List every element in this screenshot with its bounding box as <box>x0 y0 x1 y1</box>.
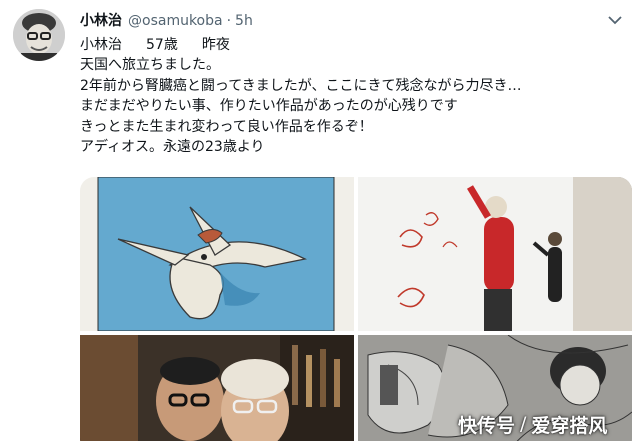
media-illustration-pterosaur[interactable] <box>80 177 354 331</box>
tweet-line-1: 小林治 57歳 昨夜 <box>80 35 630 55</box>
user-handle[interactable]: @osamukoba <box>128 13 223 29</box>
watermark: 快传号 / 爱穿搭风 <box>458 411 607 437</box>
tweet-line-2: 天国へ旅立ちました。 <box>80 57 220 74</box>
wall-drawing-image <box>358 177 632 331</box>
media-portrait-photo[interactable] <box>80 335 354 441</box>
avatar-image <box>13 9 65 61</box>
tweet-line-1-name: 小林治 <box>80 37 122 53</box>
watermark-slash: / <box>520 413 527 435</box>
tweet-line-5: きっとまた生まれ変わって良い作品を作るぞ！ <box>80 118 373 135</box>
media-wall-drawing-photo[interactable] <box>358 177 632 331</box>
portrait-image <box>80 335 354 441</box>
tweet: 小林治 @osamukoba · 5h 小林治 57歳 昨夜 天国へ旅立ちました。 … <box>0 0 640 441</box>
media-grid <box>80 177 632 441</box>
tweet-line-3: 2年前から腎臓癌と闘ってきましたが、ここにきて残念ながら力尽き… <box>80 77 522 94</box>
illustration-image <box>97 177 335 331</box>
avatar[interactable] <box>13 9 65 61</box>
tweet-line-6: アディオス。永遠の23歳より <box>80 139 265 156</box>
chevron-down-icon <box>608 15 622 24</box>
tweet-text: 小林治 57歳 昨夜 天国へ旅立ちました。 2年前から腎臓癌と闘ってきましたが、ここ… <box>80 35 630 157</box>
tweet-line-1-age: 57歳 <box>146 37 178 53</box>
timestamp[interactable]: 5h <box>235 13 253 29</box>
separator-dot: · <box>226 13 232 29</box>
tweet-header: 小林治 @osamukoba · 5h <box>80 10 253 30</box>
watermark-left: 快传号 <box>458 414 516 437</box>
tweet-line-4: まだまだやりたい事、作りたい作品があったのが心残りです <box>80 98 458 115</box>
display-name[interactable]: 小林治 <box>80 10 122 30</box>
watermark-right: 爱穿搭风 <box>531 414 608 437</box>
more-options-button[interactable] <box>604 10 626 30</box>
tweet-line-1-when: 昨夜 <box>201 37 230 53</box>
